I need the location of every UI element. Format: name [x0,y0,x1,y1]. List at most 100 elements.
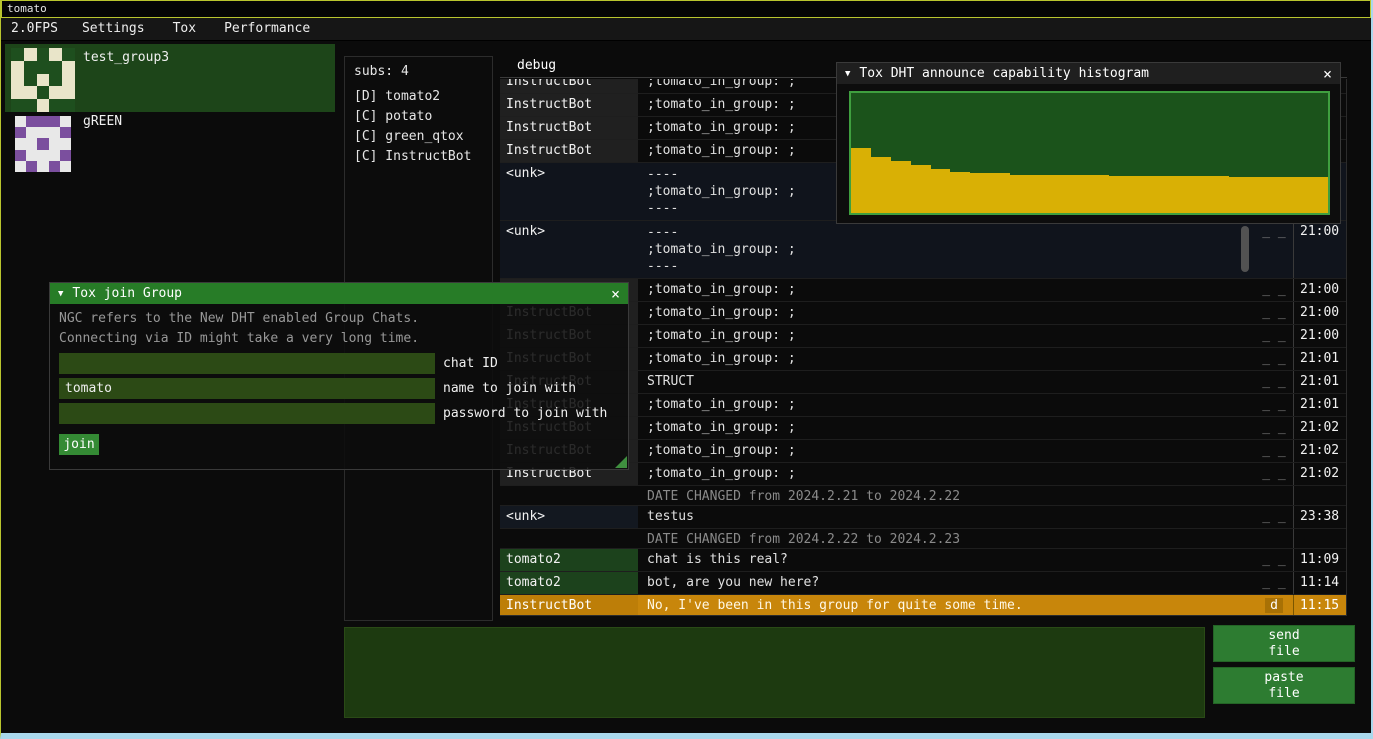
group-label: test_group3 [83,50,169,66]
field-label: chat ID [443,356,498,372]
avatar-pixel [37,127,48,138]
message-time [1293,529,1347,548]
avatar-pixel [37,161,48,172]
avatar-pixel [62,48,75,61]
subs-header: subs: 4 [345,57,492,89]
message-status: _ _ [1255,279,1293,301]
date-separator-row[interactable]: DATE CHANGED from 2024.2.22 to 2024.2.23 [500,529,1346,549]
message-row[interactable]: <unk>testus_ _23:38 [500,506,1346,529]
sub-item[interactable]: [C] green_qtox [345,129,492,149]
sidebar-item-green[interactable]: gREEN [5,112,335,176]
histogram-bar [1050,175,1070,213]
histogram-bar [1308,177,1328,213]
sub-item[interactable]: [C] potato [345,109,492,129]
message-time: 21:02 [1293,463,1347,485]
avatar-pixel [60,161,71,172]
menu-bar: 2.0FPS SettingsToxPerformance [1,18,1371,41]
sub-item[interactable]: [C] InstructBot [345,149,492,169]
field-label: password to join with [443,406,607,422]
message-text: ;tomato_in_group: ; [638,348,1255,370]
group-avatar [15,116,71,172]
avatar-pixel [49,116,60,127]
close-icon[interactable]: × [603,286,620,302]
message-text: testus [638,506,1255,528]
message-author: InstructBot [500,117,638,139]
histogram-bar [1209,176,1229,213]
message-text: ;tomato_in_group: ; [638,394,1255,416]
message-row[interactable]: InstructBotNo, I've been in this group f… [500,595,1346,616]
join-window-titlebar[interactable]: ▼ Tox join Group × [50,283,628,304]
avatar-pixel [60,116,71,127]
message-status: _ _ [1255,506,1293,528]
collapse-icon[interactable]: ▼ [58,286,63,302]
chat-scrollbar-thumb[interactable] [1241,226,1249,272]
message-input[interactable] [344,627,1205,718]
avatar-pixel [49,99,62,112]
message-text: ;tomato_in_group: ; [638,325,1255,347]
message-row[interactable]: <unk>----;tomato_in_group: ;----_ _21:00 [500,221,1346,279]
histogram-bar [950,172,970,213]
resize-grip-icon[interactable] [615,456,627,468]
password-to-join-with-input[interactable] [59,403,435,424]
avatar-pixel [26,150,37,161]
message-text: ----;tomato_in_group: ;---- [638,221,1255,278]
message-text: DATE CHANGED from 2024.2.21 to 2024.2.22 [638,486,1255,505]
sidebar-item-test_group3[interactable]: test_group3 [5,44,335,112]
avatar-pixel [62,74,75,87]
histogram-bar [1268,177,1288,213]
avatar-pixel [15,150,26,161]
message-status [1255,529,1293,548]
avatar-pixel [11,74,24,87]
avatar-pixel [37,138,48,149]
chat-ID-input[interactable] [59,353,435,374]
menu-item-tox[interactable]: Tox [159,18,210,40]
join-fields: chat IDname to join withpassword to join… [50,353,628,424]
os-titlebar[interactable]: tomato [1,0,1371,18]
tab-debug[interactable]: debug [500,56,568,76]
avatar-pixel [24,99,37,112]
avatar-pixel [15,138,26,149]
close-icon[interactable]: × [1315,66,1332,82]
message-status: _ _ [1255,371,1293,393]
message-status: _ _ [1255,302,1293,324]
date-separator-row[interactable]: DATE CHANGED from 2024.2.21 to 2024.2.22 [500,486,1346,506]
message-author: InstructBot [500,79,638,93]
histogram-bar [931,169,951,213]
histogram-bar [851,148,871,213]
avatar-pixel [37,150,48,161]
paste-file-button[interactable]: paste file [1213,667,1355,704]
join-button[interactable]: join [59,434,99,455]
avatar-pixel [60,127,71,138]
send-file-line1: send [1268,628,1299,644]
histogram-bar [911,165,931,213]
send-file-button[interactable]: send file [1213,625,1355,662]
name-to-join-with-input[interactable] [59,378,435,399]
subs-list: [D] tomato2[C] potato[C] green_qtox[C] I… [345,89,492,169]
avatar-pixel [26,161,37,172]
message-author: InstructBot [500,94,638,116]
avatar-pixel [62,86,75,99]
message-status: d [1255,595,1293,616]
histogram-bar [1149,176,1169,213]
message-row[interactable]: tomato2chat is this real?_ _11:09 [500,549,1346,572]
message-time: 21:02 [1293,417,1347,439]
histogram-bar [1030,175,1050,213]
message-author: <unk> [500,506,638,528]
avatar-pixel [24,48,37,61]
message-author: tomato2 [500,572,638,594]
message-author [500,486,638,505]
menu-item-performance[interactable]: Performance [210,18,324,40]
collapse-icon[interactable]: ▼ [845,66,850,82]
message-time: 11:09 [1293,549,1347,571]
message-time: 21:00 [1293,279,1347,301]
menu-item-settings[interactable]: Settings [68,18,159,40]
join-info-line1: NGC refers to the New DHT enabled Group … [50,309,628,329]
histogram-window-titlebar[interactable]: ▼ Tox DHT announce capability histogram … [837,63,1340,84]
app-window: tomato 2.0FPS SettingsToxPerformance tes… [0,0,1373,739]
sub-item[interactable]: [D] tomato2 [345,89,492,109]
message-author: <unk> [500,221,638,278]
message-row[interactable]: tomato2bot, are you new here?_ _11:14 [500,572,1346,595]
group-label: gREEN [83,114,122,130]
avatar-pixel [37,61,50,74]
histogram-window-title: Tox DHT announce capability histogram [859,66,1315,82]
